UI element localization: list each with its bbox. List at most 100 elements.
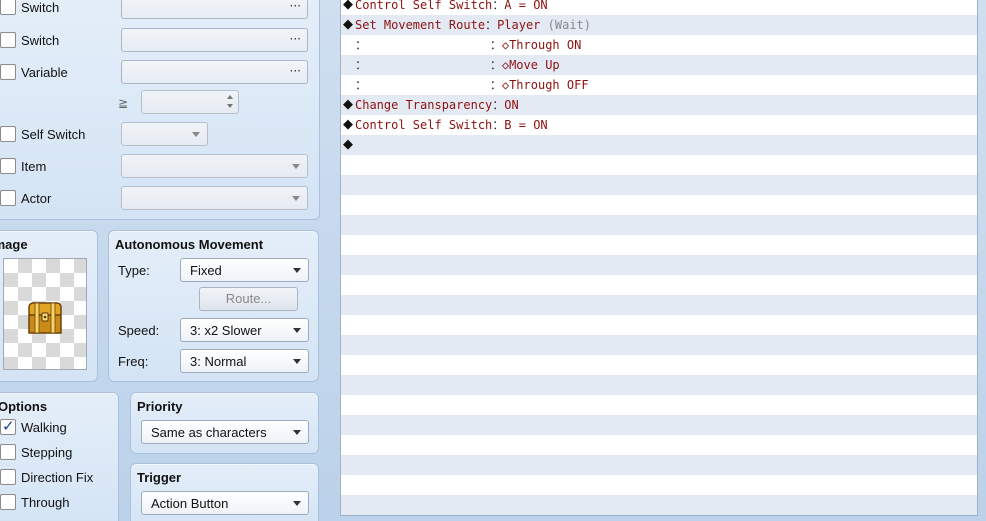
event-command-row[interactable] — [341, 455, 977, 475]
command-marker-icon: ◆ — [343, 117, 353, 132]
switch1-checkbox[interactable] — [0, 0, 16, 15]
options-title: Options — [0, 399, 48, 414]
command-args: Player — [497, 18, 548, 32]
command-extra: (Wait) — [547, 18, 591, 32]
event-command-row[interactable] — [341, 355, 977, 375]
event-command-row[interactable] — [341, 395, 977, 415]
command-args: ◇Through ON — [501, 38, 582, 52]
actor-label: Actor — [21, 191, 52, 206]
switch1-label: Switch — [21, 0, 60, 15]
event-command-row[interactable]: ◆ Control Self Switch：B = ON — [341, 115, 977, 135]
chevron-down-icon — [292, 196, 300, 201]
freq-label: Freq: — [118, 354, 149, 369]
event-command-row[interactable] — [341, 475, 977, 495]
self-switch-label: Self Switch — [21, 127, 86, 142]
item-select[interactable] — [121, 154, 308, 178]
event-command-row[interactable] — [341, 275, 977, 295]
command-name: ： — [355, 58, 490, 72]
priority-value: Same as characters — [151, 425, 267, 440]
command-name: ： — [355, 78, 490, 92]
speed-select[interactable]: 3: x2 Slower — [180, 318, 309, 342]
event-command-row[interactable]: ◆ Change Transparency：ON — [341, 95, 977, 115]
command-marker-icon: ◆ — [343, 137, 353, 152]
command-separator: ： — [492, 0, 505, 12]
self-switch-checkbox[interactable] — [0, 126, 16, 142]
direction-fix-label: Direction Fix — [21, 470, 94, 485]
freq-value: 3: Normal — [190, 354, 247, 369]
event-command-row[interactable] — [341, 215, 977, 235]
switch1-browse-icon[interactable]: ··· — [290, 0, 301, 13]
item-checkbox[interactable] — [0, 158, 16, 174]
spin-up-icon[interactable] — [227, 95, 233, 99]
event-command-row[interactable] — [341, 335, 977, 355]
command-args: B = ON — [504, 118, 548, 132]
event-command-row[interactable] — [341, 235, 977, 255]
variable-field[interactable]: ··· — [121, 60, 308, 84]
actor-select[interactable] — [121, 186, 308, 210]
switch2-browse-icon[interactable]: ··· — [290, 32, 301, 46]
command-args: ◇Through OFF — [501, 78, 589, 92]
event-command-row[interactable]: ： ：◇Through ON — [341, 35, 977, 55]
event-command-row[interactable]: ◆ Set Movement Route：Player (Wait) — [341, 15, 977, 35]
type-select[interactable]: Fixed — [180, 258, 309, 282]
command-args: ◇Move Up — [501, 58, 560, 72]
command-separator: ： — [492, 98, 505, 112]
trigger-select[interactable]: Action Button — [141, 491, 309, 515]
stepping-label: Stepping — [21, 445, 73, 460]
through-label: Through — [21, 495, 70, 510]
event-command-row[interactable] — [341, 295, 977, 315]
event-command-row[interactable]: ◆ — [341, 135, 977, 155]
variable-value-spinner[interactable] — [141, 90, 239, 114]
image-panel-title: Image — [0, 237, 28, 252]
variable-operator: ≧ — [118, 96, 129, 110]
command-marker-icon: ◆ — [343, 17, 353, 32]
command-separator: ： — [489, 78, 502, 92]
spin-down-icon[interactable] — [227, 104, 233, 108]
trigger-value: Action Button — [151, 496, 229, 511]
stepping-checkbox[interactable] — [0, 444, 16, 460]
event-command-row[interactable] — [341, 155, 977, 175]
autonomous-movement-title: Autonomous Movement — [115, 237, 264, 252]
character-image-preview[interactable] — [3, 258, 87, 370]
command-separator: ： — [489, 58, 502, 72]
event-command-row[interactable] — [341, 375, 977, 395]
item-label: Item — [21, 159, 47, 174]
event-command-list[interactable]: ◆ Control Self Switch：A = ON ◆ Set Movement… — [340, 0, 978, 516]
event-command-row[interactable] — [341, 495, 977, 515]
chevron-down-icon — [293, 359, 301, 364]
image-title-text: Image — [0, 237, 28, 252]
type-value: Fixed — [190, 263, 222, 278]
event-command-row[interactable] — [341, 315, 977, 335]
event-command-row[interactable]: ： ：◇Through OFF — [341, 75, 977, 95]
event-command-row[interactable] — [341, 415, 977, 435]
actor-checkbox[interactable] — [0, 190, 16, 206]
walking-checkbox[interactable]: ✓ — [0, 417, 16, 435]
priority-select[interactable]: Same as characters — [141, 420, 309, 444]
event-command-row[interactable]: ◆ Control Self Switch：A = ON — [341, 0, 977, 15]
switch2-field[interactable]: ··· — [121, 28, 308, 52]
command-separator: ： — [492, 118, 505, 132]
event-command-row[interactable] — [341, 175, 977, 195]
command-marker-icon: ◆ — [343, 0, 353, 12]
route-button[interactable]: Route... — [199, 287, 298, 311]
chevron-down-icon — [293, 268, 301, 273]
switch1-field[interactable]: ··· — [121, 0, 308, 19]
type-label: Type: — [118, 263, 150, 278]
command-name: Change Transparency — [355, 98, 493, 112]
variable-label: Variable — [21, 65, 68, 80]
command-name: Control Self Switch — [355, 0, 493, 12]
through-checkbox[interactable] — [0, 494, 16, 510]
event-command-row[interactable] — [341, 195, 977, 215]
switch2-checkbox[interactable] — [0, 32, 16, 48]
self-switch-select[interactable] — [121, 122, 208, 146]
chevron-down-icon — [293, 501, 301, 506]
freq-select[interactable]: 3: Normal — [180, 349, 309, 373]
direction-fix-checkbox[interactable] — [0, 469, 16, 485]
event-command-row[interactable] — [341, 435, 977, 455]
variable-browse-icon[interactable]: ··· — [290, 64, 301, 78]
variable-checkbox[interactable] — [0, 64, 16, 80]
event-command-row[interactable] — [341, 255, 977, 275]
priority-title: Priority — [137, 399, 183, 414]
event-command-row[interactable]: ： ：◇Move Up — [341, 55, 977, 75]
command-name: Set Movement Route — [355, 18, 486, 32]
